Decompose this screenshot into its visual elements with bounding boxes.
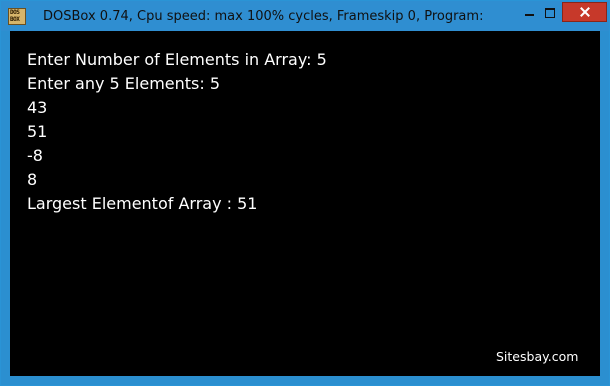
window-title: DOSBox 0.74, Cpu speed: max 100% cycles,…	[43, 9, 484, 24]
maximize-button[interactable]	[542, 2, 562, 22]
console-line: 8	[27, 170, 38, 189]
console-line: 51	[27, 122, 48, 141]
console-line: -8	[27, 146, 43, 165]
dosbox-icon[interactable]: DOS BOX	[8, 8, 26, 25]
dosbox-icon-text-top: DOS	[10, 9, 20, 16]
console-line: Enter Number of Elements in Array: 5	[27, 50, 327, 69]
console-line: Enter any 5 Elements: 5	[27, 74, 221, 93]
title-bar[interactable]: DOS BOX DOSBox 0.74, Cpu speed: max 100%…	[1, 1, 609, 31]
dosbox-icon-text-bottom: BOX	[10, 16, 20, 23]
close-button[interactable]	[562, 2, 607, 22]
console-output[interactable]: Enter Number of Elements in Array: 5 Ent…	[10, 31, 600, 376]
minimize-button[interactable]	[516, 2, 542, 22]
dosbox-window: DOS BOX DOSBox 0.74, Cpu speed: max 100%…	[0, 0, 610, 386]
console-line: Largest Elementof Array : 51	[27, 194, 258, 213]
console-line: 43	[27, 98, 48, 117]
watermark-text: Sitesbay.com	[496, 349, 579, 364]
